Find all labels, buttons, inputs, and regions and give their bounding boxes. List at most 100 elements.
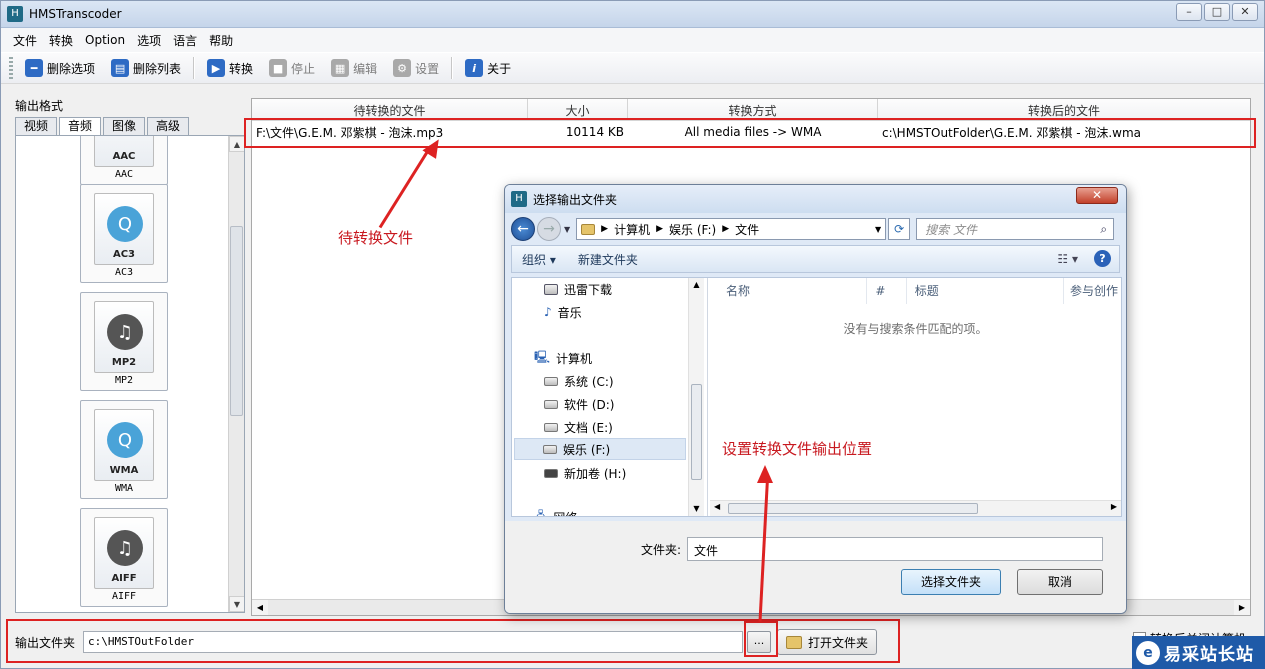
column-name[interactable]: 名称 bbox=[710, 278, 868, 304]
address-dropdown-icon[interactable]: ▼ bbox=[875, 225, 881, 234]
format-item-aac[interactable]: AAC AAC bbox=[80, 136, 168, 185]
view-options-icon[interactable]: ☷ ▾ bbox=[1057, 252, 1078, 266]
table-row[interactable]: F:\文件\G.E.M. 邓紫棋 - 泡沫.mp3 10114 KB All m… bbox=[252, 121, 1250, 143]
format-item-aiff[interactable]: ♫ AIFF AIFF bbox=[80, 508, 168, 607]
refresh-icon[interactable]: ⟳ bbox=[888, 218, 911, 240]
quicktime-icon: Q bbox=[107, 422, 143, 458]
cancel-button[interactable]: 取消 bbox=[1017, 569, 1103, 595]
scroll-down-icon[interactable]: ▼ bbox=[229, 596, 244, 612]
select-folder-button[interactable]: 选择文件夹 bbox=[901, 569, 1001, 595]
size-cell: 10114 KB bbox=[565, 125, 624, 139]
format-code: WMA bbox=[109, 465, 139, 476]
scroll-left-icon[interactable]: ◀ bbox=[714, 502, 720, 511]
tree-scrollbar[interactable]: ▲ ▼ bbox=[688, 278, 704, 516]
tree-item-network[interactable]: 🖧 网络 bbox=[534, 506, 577, 517]
scroll-down-icon[interactable]: ▼ bbox=[689, 502, 704, 516]
menu-bar: 文件 转换 Option 选项 语言 帮助 bbox=[1, 28, 1264, 52]
tab-advanced[interactable]: 高级 bbox=[147, 117, 190, 135]
column-title[interactable]: 标题 bbox=[907, 278, 1064, 304]
tab-image[interactable]: 图像 bbox=[103, 117, 146, 135]
header-target-file[interactable]: 转换后的文件 bbox=[878, 99, 1250, 120]
stop-button[interactable]: ■ 停止 bbox=[261, 56, 323, 80]
settings-button[interactable]: ⚙ 设置 bbox=[385, 56, 447, 80]
about-button[interactable]: i 关于 bbox=[457, 56, 519, 80]
menu-file[interactable]: 文件 bbox=[7, 32, 43, 49]
scroll-thumb[interactable] bbox=[691, 384, 702, 480]
output-folder-input[interactable]: c:\HMSTOutFolder bbox=[83, 631, 744, 653]
dialog-close-button[interactable]: ✕ bbox=[1076, 187, 1118, 204]
edit-button[interactable]: ▦ 编辑 bbox=[323, 56, 385, 80]
tree-item-label: 软件 (D:) bbox=[564, 397, 615, 412]
format-code: AAC bbox=[112, 151, 136, 162]
format-item-ac3[interactable]: Q AC3 AC3 bbox=[80, 184, 168, 283]
open-folder-button[interactable]: 打开文件夹 bbox=[777, 629, 878, 655]
forward-arrow-icon[interactable]: → bbox=[537, 217, 561, 241]
search-icon[interactable]: ⌕ bbox=[1100, 222, 1107, 237]
dialog-search-input[interactable]: 搜索 文件 ⌕ bbox=[916, 218, 1115, 240]
tree-item-drive-h[interactable]: 新加卷 (H:) bbox=[544, 462, 626, 484]
menu-convert[interactable]: 转换 bbox=[43, 32, 79, 49]
tab-audio[interactable]: 音频 bbox=[59, 117, 102, 135]
drive-icon bbox=[544, 422, 558, 432]
minimize-button[interactable]: – bbox=[1176, 3, 1202, 21]
file-list-hscrollbar[interactable]: ◀ ▶ bbox=[710, 500, 1121, 516]
close-button[interactable]: ✕ bbox=[1232, 3, 1258, 21]
stop-label: 停止 bbox=[291, 61, 316, 76]
tree-item-drive-e[interactable]: 文档 (E:) bbox=[544, 416, 613, 438]
back-arrow-icon[interactable]: ← bbox=[511, 217, 535, 241]
header-source-file[interactable]: 待转换的文件 bbox=[252, 99, 528, 120]
dialog-browser: 迅雷下载 ♪ 音乐 🖳 计算机 系统 (C:) 软件 (D:) 文档 (E:) bbox=[511, 277, 1122, 517]
download-folder-icon bbox=[544, 283, 558, 295]
convert-label: 转换 bbox=[229, 61, 254, 76]
maximize-button[interactable]: □ bbox=[1204, 3, 1230, 21]
format-item-mp2[interactable]: ♫ MP2 MP2 bbox=[80, 292, 168, 391]
gear-icon: ⚙ bbox=[393, 59, 412, 77]
tree-item-label: 迅雷下载 bbox=[564, 282, 613, 297]
tree-item-drive-c[interactable]: 系统 (C:) bbox=[544, 370, 614, 392]
menu-language[interactable]: 语言 bbox=[167, 32, 203, 49]
column-number[interactable]: # bbox=[867, 278, 907, 304]
delete-list-button[interactable]: ▤ 删除列表 bbox=[103, 56, 189, 80]
tree-item-downloads[interactable]: 迅雷下载 bbox=[544, 278, 612, 300]
tree-item-music[interactable]: ♪ 音乐 bbox=[544, 301, 582, 323]
scroll-left-icon[interactable]: ◀ bbox=[252, 600, 268, 615]
column-contributors[interactable]: 参与创作 bbox=[1064, 278, 1121, 304]
menu-option[interactable]: Option bbox=[79, 33, 131, 47]
tree-item-drive-d[interactable]: 软件 (D:) bbox=[544, 393, 614, 415]
menu-options[interactable]: 选项 bbox=[131, 32, 167, 49]
music-icon: ♪ bbox=[544, 305, 552, 319]
scroll-up-icon[interactable]: ▲ bbox=[689, 278, 704, 292]
folder-name-input[interactable]: 文件 bbox=[687, 537, 1103, 561]
format-caption: AAC bbox=[114, 169, 134, 180]
scroll-right-icon[interactable]: ▶ bbox=[1111, 502, 1117, 511]
organize-button[interactable]: 组织 ▾ bbox=[522, 251, 556, 268]
open-folder-label: 打开文件夹 bbox=[808, 635, 869, 650]
breadcrumb-drive-f[interactable]: 娱乐 (F:) bbox=[669, 221, 716, 238]
breadcrumb-computer[interactable]: 计算机 bbox=[614, 221, 650, 238]
format-caption: AC3 bbox=[114, 267, 134, 278]
history-dropdown-icon[interactable]: ▼ bbox=[564, 225, 570, 234]
app-icon: H bbox=[7, 6, 23, 22]
address-bar[interactable]: ▶ 计算机 ▶ 娱乐 (F:) ▶ 文件 ▼ bbox=[576, 218, 887, 240]
format-item-wma[interactable]: Q WMA WMA bbox=[80, 400, 168, 499]
menu-help[interactable]: 帮助 bbox=[203, 32, 239, 49]
tree-item-computer[interactable]: 🖳 计算机 bbox=[534, 347, 592, 369]
new-folder-button[interactable]: 新建文件夹 bbox=[578, 251, 638, 268]
table-header: 待转换的文件 大小 转换方式 转换后的文件 bbox=[252, 99, 1250, 121]
method-cell: All media files -> WMA bbox=[684, 125, 822, 139]
delete-selected-button[interactable]: ━ 删除选项 bbox=[17, 56, 103, 80]
breadcrumb-folder[interactable]: 文件 bbox=[735, 221, 759, 238]
format-list-scrollbar[interactable]: ▲ ▼ bbox=[228, 136, 244, 612]
header-method[interactable]: 转换方式 bbox=[628, 99, 878, 120]
scroll-up-icon[interactable]: ▲ bbox=[229, 136, 244, 152]
help-icon[interactable]: ? bbox=[1094, 250, 1111, 267]
tree-item-label: 计算机 bbox=[556, 351, 593, 366]
header-size[interactable]: 大小 bbox=[528, 99, 628, 120]
scroll-thumb[interactable] bbox=[230, 226, 243, 416]
convert-button[interactable]: ▶ 转换 bbox=[199, 56, 261, 80]
tree-item-drive-f[interactable]: 娱乐 (F:) bbox=[514, 438, 686, 460]
browse-button[interactable]: ... bbox=[747, 631, 772, 653]
scroll-right-icon[interactable]: ▶ bbox=[1234, 600, 1250, 615]
tab-video[interactable]: 视频 bbox=[15, 117, 58, 135]
toolbar-separator bbox=[193, 57, 196, 79]
